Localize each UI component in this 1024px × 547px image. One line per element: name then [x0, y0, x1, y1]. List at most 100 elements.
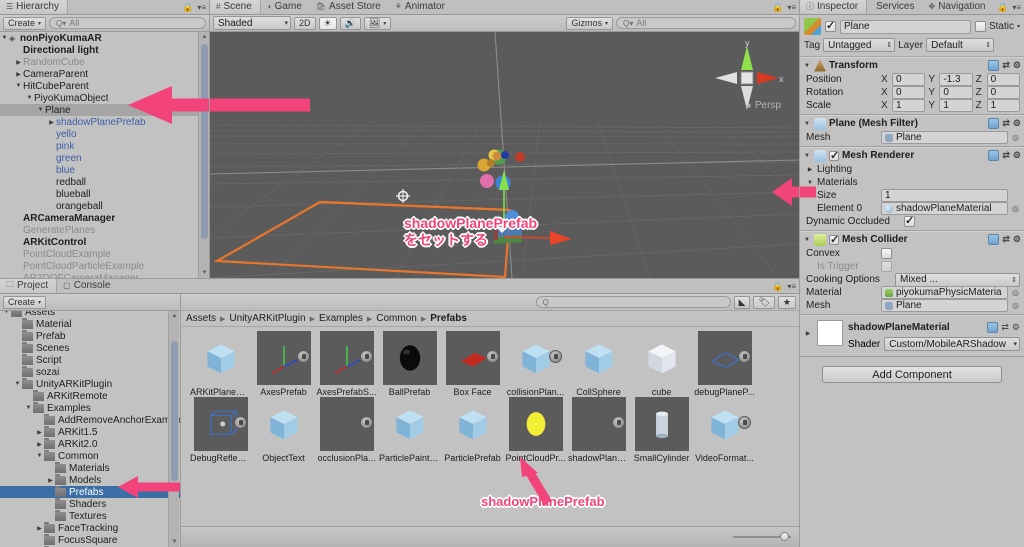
asset-item[interactable]: AxesPrefabS... — [315, 331, 378, 397]
foldout-icon[interactable]: ▶ — [35, 525, 44, 532]
asset-item[interactable]: ObjectText — [252, 397, 315, 463]
project-folder-tree[interactable]: ▼ Assets Material Prefab Scenes Script sozai ▼ U… — [0, 311, 180, 547]
hierarchy-scrollbar[interactable]: ▲ ▼ — [198, 32, 209, 278]
transform-rotation-x-field[interactable]: 0 — [892, 86, 926, 99]
filter-by-label-button[interactable]: 🏷 — [753, 295, 775, 309]
transform-rotation-z-field[interactable]: 0 — [986, 86, 1020, 99]
project-folder-examples[interactable]: ▼ Examples — [0, 401, 180, 414]
favorites-button[interactable]: ★ — [777, 295, 796, 309]
foldout-icon[interactable]: ▶ — [35, 429, 44, 436]
scene-2d-toggle[interactable]: 2D — [294, 16, 316, 30]
scroll-up-icon[interactable]: ▲ — [169, 311, 180, 321]
project-folder-facetracking[interactable]: ▶ FaceTracking — [0, 521, 180, 534]
preset-icon[interactable] — [987, 321, 999, 333]
foldout-icon[interactable]: ▶ — [47, 119, 56, 126]
tab-project[interactable]: 🗀 Project — [0, 278, 58, 293]
prefab-badge-icon[interactable] — [233, 416, 247, 429]
hierarchy-item-cameraparent[interactable]: ▶ CameraParent — [0, 68, 209, 80]
project-folder-sozai[interactable]: sozai — [0, 365, 180, 378]
lock-icon[interactable]: 🔒 — [182, 2, 193, 13]
mesh-object-field[interactable]: Plane — [881, 131, 1008, 144]
mesh-renderer-header[interactable]: ▼ Mesh Renderer ⇄ ⚙ — [800, 148, 1024, 163]
overrides-icon[interactable]: ⇄ — [1002, 118, 1010, 129]
add-component-button[interactable]: Add Component — [822, 366, 1002, 383]
project-create-button[interactable]: Create ▾ — [3, 295, 47, 309]
preset-icon[interactable] — [988, 234, 1000, 245]
asset-item[interactable]: SmallCylinder — [630, 397, 693, 463]
asset-item[interactable]: AxesPrefab — [252, 331, 315, 397]
asset-item[interactable]: ParticlePainte... — [378, 397, 441, 463]
prefab-badge-icon[interactable] — [296, 350, 310, 363]
asset-item[interactable]: VideoFormat... — [693, 397, 756, 463]
hierarchy-item-redball[interactable]: redball — [0, 176, 209, 188]
collider-mesh-object-field[interactable]: Plane — [881, 299, 1008, 312]
panel-menu-icon[interactable]: ▾≡ — [787, 3, 796, 12]
project-folder-common[interactable]: ▼ Common — [0, 449, 180, 462]
asset-item[interactable]: CollSphere — [567, 331, 630, 397]
hierarchy-scroll-thumb[interactable] — [201, 44, 208, 239]
gameobject-enabled-checkbox[interactable] — [825, 19, 836, 32]
component-tools[interactable]: ⇄ ⚙ — [988, 60, 1021, 71]
gear-icon[interactable]: ⚙ — [1012, 322, 1020, 333]
asset-item[interactable]: BallPrefab — [378, 331, 441, 397]
static-checkbox[interactable] — [974, 21, 986, 32]
component-tools[interactable]: ⇄ ⚙ — [988, 234, 1021, 245]
hierarchy-item-blue[interactable]: blue — [0, 164, 209, 176]
transform-scale-x-field[interactable]: 1 — [892, 99, 926, 112]
overrides-icon[interactable]: ⇄ — [1002, 234, 1010, 245]
scene-audio-toggle[interactable]: 🔊 — [339, 16, 361, 30]
transform-scale-y-field[interactable]: 1 — [939, 99, 973, 112]
prefab-badge-icon[interactable] — [359, 416, 373, 429]
foldout-icon[interactable]: ▼ — [36, 107, 45, 113]
object-picker-icon[interactable]: ◎ — [1011, 133, 1020, 142]
lock-icon[interactable]: 🔒 — [772, 2, 783, 13]
foldout-icon[interactable]: ▼ — [803, 153, 811, 159]
project-folder-models[interactable]: ▶ Models — [0, 473, 180, 486]
hierarchy-item-arkitcontrol[interactable]: ARKitControl — [0, 236, 209, 248]
foldout-icon[interactable]: ▼ — [803, 63, 811, 69]
foldout-icon[interactable]: ▼ — [25, 95, 34, 101]
transform-position-x-field[interactable]: 0 — [892, 73, 926, 86]
panel-menu-icon[interactable]: ▾≡ — [787, 282, 796, 291]
center-inspector-splitter[interactable] — [799, 0, 800, 547]
transform-position-y-field[interactable]: -1.3 — [939, 73, 973, 86]
asset-item[interactable]: occlusionPla... — [315, 397, 378, 463]
hierarchy-item-directional-light[interactable]: Directional light — [0, 44, 209, 56]
prefab-badge-icon[interactable] — [737, 416, 751, 429]
prefab-badge-icon[interactable] — [548, 350, 562, 363]
breadcrumb-item-prefabs[interactable]: Prefabs — [430, 313, 467, 324]
project-tree-scroll-thumb[interactable] — [171, 341, 178, 481]
foldout-icon[interactable]: ▼ — [2, 311, 11, 315]
layer-dropdown[interactable]: Default ⇕ — [926, 38, 995, 52]
asset-item[interactable]: ARKitPlaneGe... — [189, 331, 252, 397]
hierarchy-scene-root[interactable]: ▼◈nonPiyoKumaAR▾≡ — [0, 32, 209, 44]
foldout-icon[interactable]: ▼ — [35, 453, 44, 459]
lock-icon[interactable]: 🔒 — [997, 2, 1008, 13]
convex-checkbox[interactable] — [881, 248, 892, 259]
hierarchy-create-button[interactable]: Create ▾ — [3, 16, 47, 30]
prefab-badge-icon[interactable] — [485, 350, 499, 363]
draw-mode-dropdown[interactable]: Shaded ▾ — [213, 16, 291, 30]
project-folder-unityarkitplugin[interactable]: ▼ UnityARKitPlugin — [0, 377, 180, 390]
scene-view-mode-label[interactable]: ◄ Persp — [744, 100, 781, 111]
lighting-foldout[interactable]: ▶ Lighting — [800, 163, 1024, 176]
hierarchy-item-pointcloudexample[interactable]: PointCloudExample — [0, 248, 209, 260]
asset-item[interactable]: debugPlaneP... — [693, 331, 756, 397]
project-folder-material[interactable]: Material — [0, 317, 180, 330]
project-folder-textures[interactable]: Textures — [0, 509, 180, 522]
hierarchy-item-hitcubeparent[interactable]: ▼ HitCubeParent — [0, 80, 209, 92]
asset-item[interactable]: PointCloudPr... — [504, 397, 567, 463]
foldout-icon[interactable]: ▼ — [13, 381, 22, 387]
asset-zoom-slider[interactable] — [733, 531, 791, 543]
foldout-icon[interactable]: ▶ — [806, 166, 814, 173]
scroll-down-icon[interactable]: ▼ — [169, 537, 180, 547]
cooking-options-dropdown[interactable]: Mixed ... ⇕ — [895, 272, 1020, 287]
top-bottom-splitter[interactable] — [0, 278, 799, 279]
foldout-icon[interactable]: ▼ — [806, 180, 814, 186]
project-folder-arkit2.0[interactable]: ▶ ARKit2.0 — [0, 437, 180, 450]
project-tree-scrollbar[interactable]: ▲ ▼ — [168, 311, 179, 547]
tab-services[interactable]: Services — [867, 0, 922, 14]
component-tools[interactable]: ⇄ ⚙ — [988, 118, 1021, 129]
tab-game[interactable]: ◖ Game — [261, 0, 310, 14]
project-folder-shaders[interactable]: Shaders — [0, 497, 180, 510]
